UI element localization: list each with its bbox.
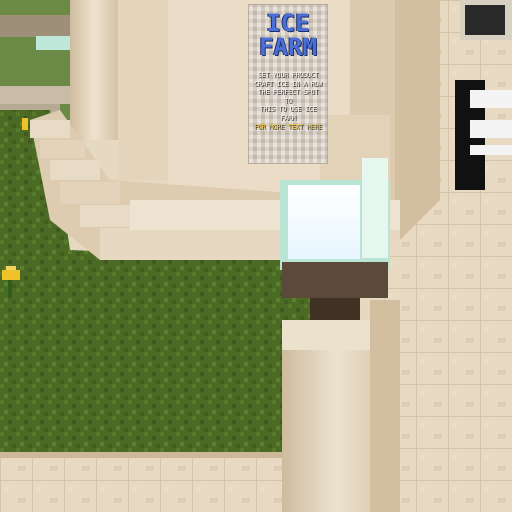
sign-body: SET YOUR PRODUCT CRAFT ICE IN A ROW THE …	[253, 71, 323, 131]
sign-body-line: THIS TO USE ICE FARM	[259, 105, 317, 122]
sign-title: ICE FARM	[249, 11, 327, 59]
lamp-glow	[288, 185, 360, 259]
column-mid	[118, 0, 170, 180]
sign-body-line: SET YOUR PRODUCT	[257, 71, 319, 79]
sign-body-line: CRAFT ICE IN A ROW	[254, 79, 322, 88]
game-viewport: ICE FARM SET YOUR PRODUCT CRAFT ICE IN A…	[0, 0, 512, 512]
sign-title-line2: FARM	[259, 33, 317, 61]
lamp-base	[282, 262, 388, 298]
column-left	[70, 0, 118, 140]
sign-body-line: THE PERFECT SPOT TO	[257, 88, 319, 105]
sign-body-line: FOR MORE TEXT HERE	[254, 122, 322, 131]
ice-farm-sign: ICE FARM SET YOUR PRODUCT CRAFT ICE IN A…	[248, 4, 328, 164]
front-wall	[0, 455, 300, 512]
sign-title-line1: ICE	[266, 9, 310, 37]
